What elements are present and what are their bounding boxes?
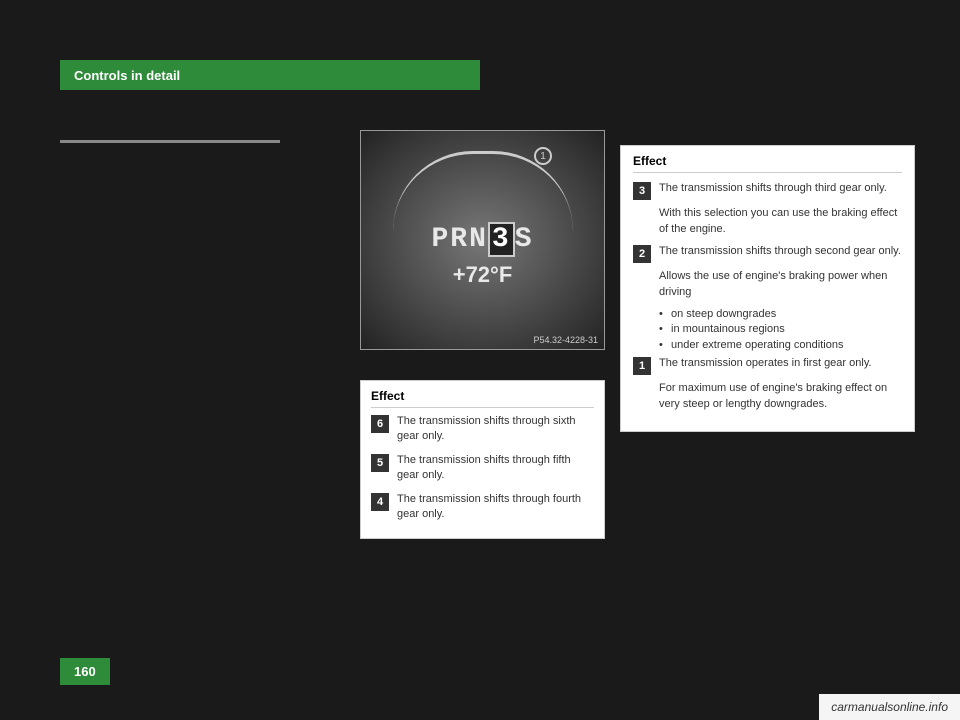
table-row-1: 1 The transmission operates in first gea… — [633, 356, 902, 375]
gear-table-lower: Effect 6 The transmission shifts through… — [360, 380, 605, 539]
gear-badge-2: 2 — [633, 245, 651, 263]
decorative-line — [60, 140, 280, 143]
gear-badge-5: 5 — [371, 454, 389, 472]
gear-1-content: The transmission operates in first gear … — [659, 356, 872, 372]
gear-1-main: The transmission operates in first gear … — [659, 356, 872, 372]
table-row-2: 2 The transmission shifts through second… — [633, 244, 902, 263]
gear-2-bullets: on steep downgrades in mountainous regio… — [659, 307, 902, 353]
table-row-3: 3 The transmission shifts through third … — [633, 181, 902, 200]
gear-2-content: The transmission shifts through second g… — [659, 244, 901, 260]
circle-indicator: 1 — [534, 147, 552, 165]
gear-3-content: The transmission shifts through third ge… — [659, 181, 887, 197]
bullet-item: on steep downgrades — [659, 307, 902, 322]
section-header: Controls in detail — [60, 60, 480, 90]
gear-badge-1: 1 — [633, 357, 651, 375]
table-row: 4 The transmission shifts through fourth… — [371, 492, 594, 523]
bullet-item: in mountainous regions — [659, 322, 902, 337]
table-row: 5 The transmission shifts through fifth … — [371, 453, 594, 484]
gear-2-sub: Allows the use of engine's braking power… — [659, 269, 902, 301]
table-lower-header: Effect — [371, 389, 594, 408]
gear-5-desc: The transmission shifts through fifth ge… — [397, 453, 594, 484]
gear-3-main: The transmission shifts through third ge… — [659, 181, 887, 197]
gear-badge-4: 4 — [371, 493, 389, 511]
gear-badge-3: 3 — [633, 182, 651, 200]
gear-2-main: The transmission shifts through second g… — [659, 244, 901, 260]
watermark: carmanualsonline.info — [819, 694, 960, 720]
gear-1-sub: For maximum use of engine's braking effe… — [659, 381, 902, 413]
image-reference: P54.32-4228-31 — [533, 335, 598, 345]
gear-4-desc: The transmission shifts through fourth g… — [397, 492, 594, 523]
temp-display: +72°F — [453, 262, 513, 288]
dashboard-display: 1 PRN3S +72°F P54.32-4228-31 — [361, 131, 604, 349]
table-right-header: Effect — [633, 154, 902, 173]
gear-6-desc: The transmission shifts through sixth ge… — [397, 414, 594, 445]
section-title: Controls in detail — [74, 68, 180, 83]
gear-table-right: Effect 3 The transmission shifts through… — [620, 145, 915, 432]
bullet-item: under extreme operating conditions — [659, 338, 902, 353]
page-number: 160 — [60, 658, 110, 685]
gear-3-sub: With this selection you can use the brak… — [659, 206, 902, 238]
dashboard-image: 1 PRN3S +72°F P54.32-4228-31 — [360, 130, 605, 350]
gear-badge-6: 6 — [371, 415, 389, 433]
table-row: 6 The transmission shifts through sixth … — [371, 414, 594, 445]
